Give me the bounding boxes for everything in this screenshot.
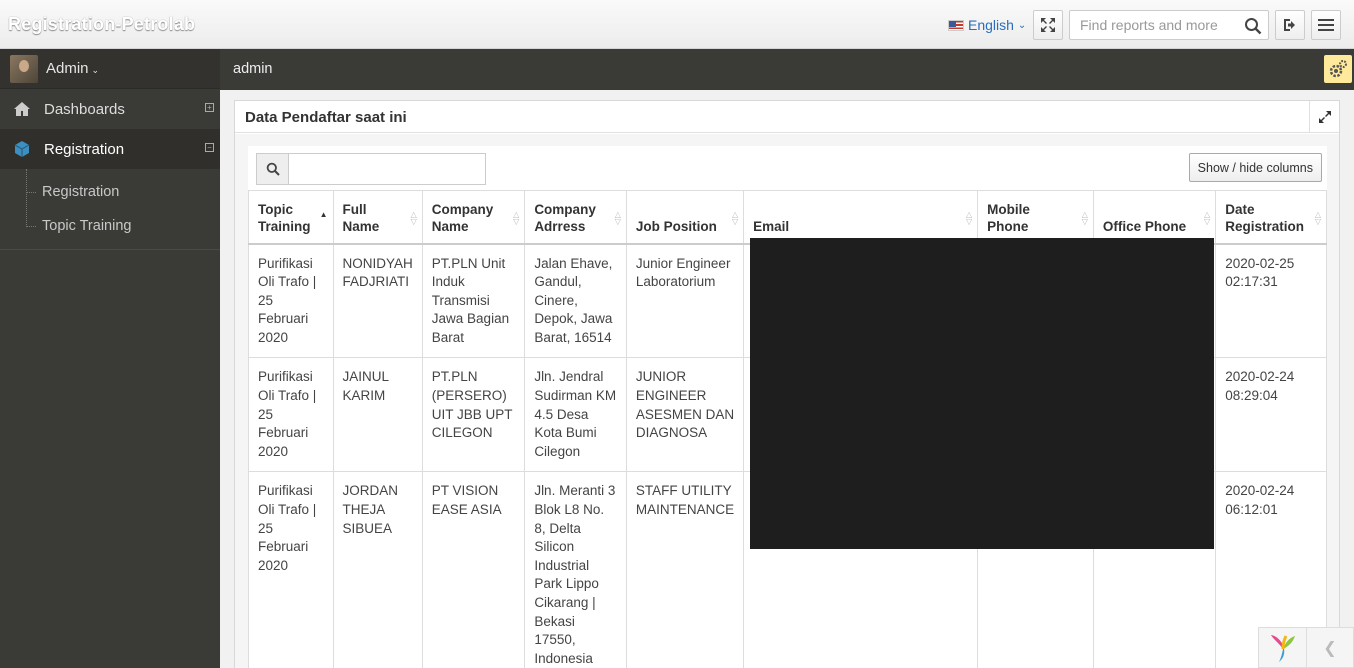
chevron-down-icon: ⌄ xyxy=(91,64,100,75)
home-icon xyxy=(14,102,30,116)
chevron-left-icon: ❮ xyxy=(1323,639,1337,657)
cell-company: PT.PLN (PERSERO) UIT JBB UPT CILEGON xyxy=(421,357,526,473)
cell-topic: Purifikasi Oli Trafo | 25 Februari 2020 xyxy=(248,242,334,359)
cell-topic: Purifikasi Oli Trafo | 25 Februari 2020 xyxy=(248,471,334,668)
column-label: Office Phone xyxy=(1102,218,1187,234)
breadcrumb-bar: admin xyxy=(220,49,1354,90)
cube-icon xyxy=(14,141,30,157)
settings-button[interactable] xyxy=(1324,55,1352,83)
cell-company: PT.PLN Unit Induk Transmisi Jawa Bagian … xyxy=(421,242,526,359)
sidebar-item-dashboards[interactable]: Dashboards + xyxy=(0,89,220,129)
sidebar-item-label: Registration xyxy=(44,140,125,158)
cell-full-name: JORDAN THEJA SIBUEA xyxy=(332,471,423,668)
sidebar-subitem-registration[interactable]: Registration xyxy=(0,175,220,209)
panel-header: Data Pendaftar saat ini xyxy=(235,101,1339,133)
column-label: Email xyxy=(753,218,790,234)
hamburger-icon xyxy=(1318,19,1334,31)
column-label: Company Adrress xyxy=(534,201,596,234)
global-search xyxy=(1069,10,1269,40)
expand-panel-button[interactable] xyxy=(1309,101,1339,132)
sidebar-subitem-topic-training[interactable]: Topic Training xyxy=(0,209,220,243)
sidebar-item-registration[interactable]: Registration − xyxy=(0,129,220,169)
redaction-overlay xyxy=(750,238,1214,549)
sort-icon: △ ▽ xyxy=(1081,210,1088,226)
language-label: English xyxy=(968,17,1014,33)
search-input[interactable] xyxy=(1070,11,1235,39)
sort-icon: △ ▽ xyxy=(513,210,520,226)
user-name: Admin xyxy=(46,60,89,77)
column-header-company-address[interactable]: Company Adrress △ ▽ xyxy=(524,190,627,245)
column-header-date-registration[interactable]: Date Registration △ ▽ xyxy=(1215,190,1327,245)
column-label: Company Name xyxy=(431,201,494,234)
column-header-company-name[interactable]: Company Name △ ▽ xyxy=(421,190,526,245)
cell-job: Junior Engineer Laboratorium xyxy=(625,242,745,359)
cell-address: Jln. Meranti 3 Blok L8 No. 8, Delta Sili… xyxy=(524,471,627,668)
app-brand[interactable]: Registration-Petrolab xyxy=(8,14,195,35)
column-label: Date Registration xyxy=(1225,201,1304,234)
sign-out-icon xyxy=(1284,19,1295,31)
yii-logo-button[interactable] xyxy=(1259,628,1307,667)
table-header-row: Topic Training ▲ Full Name △ ▽ Company Name… xyxy=(248,190,1327,245)
column-label: Full Name xyxy=(342,201,380,234)
sort-icon: △ ▽ xyxy=(1314,210,1321,226)
sidebar-subitem-label: Registration xyxy=(42,184,120,200)
cell-date: 2020-02-25 02:17:31 xyxy=(1215,242,1327,359)
cell-company: PT VISION EASE ASIA xyxy=(421,471,526,668)
logout-button[interactable] xyxy=(1275,10,1305,40)
cell-address: Jln. Jendral Sudirman KM 4.5 Desa Kota B… xyxy=(524,357,627,473)
column-header-office-phone[interactable]: Office Phone △ ▽ xyxy=(1092,190,1217,245)
sidebar-subitem-label: Topic Training xyxy=(42,218,132,234)
collapse-toolbar-button[interactable]: ❮ xyxy=(1307,628,1353,667)
cell-date: 2020-02-24 08:29:04 xyxy=(1215,357,1327,473)
column-header-job-position[interactable]: Job Position △ ▽ xyxy=(625,190,745,245)
column-label: Topic Training xyxy=(258,201,311,234)
collapse-icon[interactable]: − xyxy=(205,143,214,152)
debug-toolbar: ❮ xyxy=(1258,627,1354,668)
cell-job: STAFF UTILITY MAINTENANCE xyxy=(625,471,745,668)
sort-icon: △ ▽ xyxy=(1204,210,1211,226)
sort-icon: △ ▽ xyxy=(731,210,739,226)
column-header-topic-training[interactable]: Topic Training ▲ xyxy=(248,190,334,245)
column-header-full-name[interactable]: Full Name △ ▽ xyxy=(332,190,423,245)
fullscreen-icon xyxy=(1041,18,1055,32)
sort-asc-icon: ▲ xyxy=(319,210,328,219)
expand-icon xyxy=(1318,110,1331,123)
us-flag-icon xyxy=(948,19,964,31)
table-search-button[interactable] xyxy=(256,153,289,185)
column-header-mobile-phone[interactable]: Mobile Phone △ ▽ xyxy=(977,190,1094,245)
sort-icon: △ ▽ xyxy=(614,210,621,226)
column-header-email[interactable]: Email △ ▽ xyxy=(743,190,979,245)
cell-topic: Purifikasi Oli Trafo | 25 Februari 2020 xyxy=(248,357,334,473)
user-menu[interactable]: Admin ⌄ xyxy=(0,49,220,89)
sort-icon: △ ▽ xyxy=(965,210,973,226)
search-icon xyxy=(266,162,280,176)
cell-job: JUNIOR ENGINEER ASESMEN DAN DIAGNOSA xyxy=(625,357,745,473)
column-label: Mobile Phone xyxy=(987,201,1030,234)
avatar xyxy=(10,54,38,83)
column-label: Job Position xyxy=(635,218,717,234)
sidebar-item-label: Dashboards xyxy=(44,100,125,118)
top-navbar: Registration-Petrolab English ⌄ xyxy=(0,0,1354,49)
chevron-down-icon: ⌄ xyxy=(1017,19,1027,31)
table-search xyxy=(256,153,486,185)
language-selector[interactable]: English ⌄ xyxy=(948,17,1026,33)
search-icon[interactable] xyxy=(1244,17,1262,35)
expand-icon[interactable]: + xyxy=(205,103,214,112)
cell-address: Jalan Ehave, Gandul, Cinere, Depok, Jawa… xyxy=(524,242,627,359)
registration-submenu: Registration Topic Training xyxy=(0,169,220,250)
panel-title: Data Pendaftar saat ini xyxy=(245,109,407,126)
yii-logo-icon xyxy=(1270,634,1295,662)
fullscreen-button[interactable] xyxy=(1033,10,1063,40)
sidebar: Admin ⌄ Dashboards + Registration − Regi… xyxy=(0,49,220,668)
cell-full-name: NONIDYAH FADJRIATI xyxy=(332,242,423,359)
show-hide-columns-button[interactable]: Show / hide columns xyxy=(1188,153,1322,182)
table-search-input[interactable] xyxy=(289,153,486,185)
breadcrumb: admin xyxy=(233,61,273,77)
gears-icon xyxy=(1329,60,1347,78)
sort-icon: △ ▽ xyxy=(410,210,417,226)
menu-toggle-button[interactable] xyxy=(1311,10,1341,40)
cell-full-name: JAINUL KARIM xyxy=(332,357,423,473)
